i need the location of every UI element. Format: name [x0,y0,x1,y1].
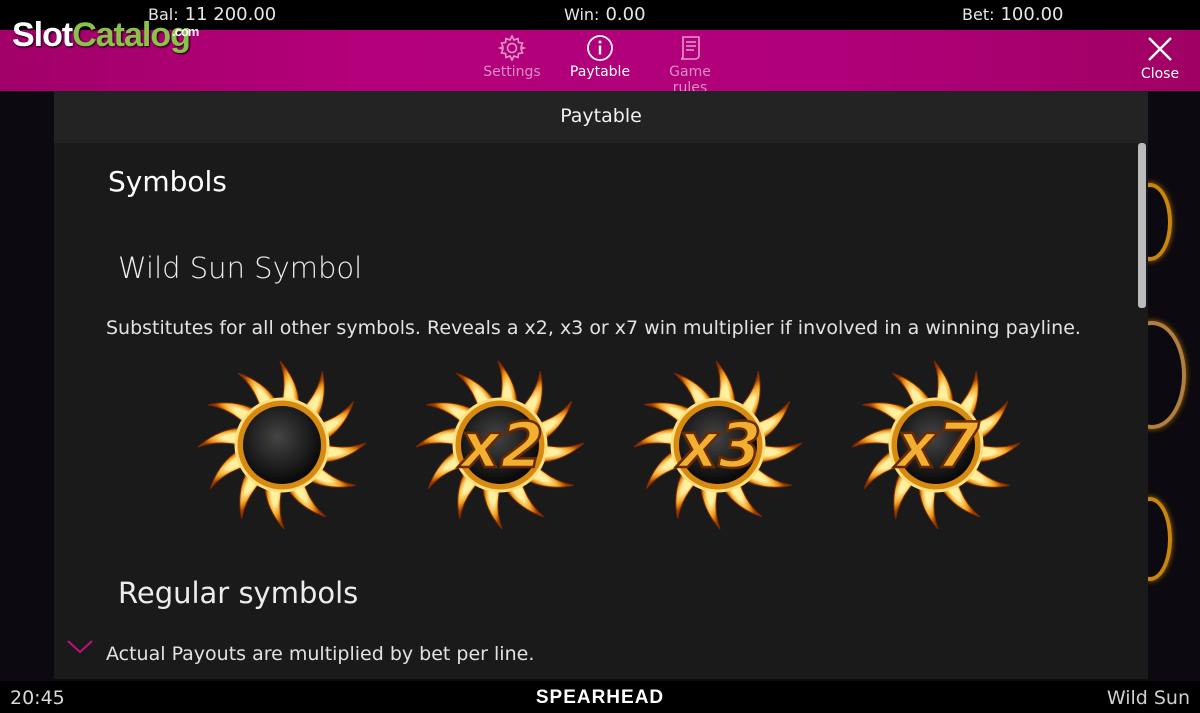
multiplier-label: x3 [675,409,761,482]
game-name: Wild Sun [1106,687,1190,709]
balance-value: 11 200.00 [184,4,277,25]
bet-value: 100.00 [1000,4,1064,25]
bet-label: Bet: [962,5,995,24]
win-label: Win: [564,5,600,24]
settings-button[interactable]: Settings [483,32,541,80]
background-reel-ring [1148,183,1172,261]
bet-display: Bet: 100.00 [962,4,1063,25]
bottom-bar: 20:45 SPEARHEAD Wild Sun [0,681,1200,713]
game-rules-button[interactable]: Game rules [650,32,730,96]
logo-slot-text: Slot [12,16,73,54]
wild-sun-symbol-x3: x3 [628,355,808,535]
menu-header: SlotCatalog .com Settings Paytable Game … [0,16,1200,96]
provider-brand: SPEARHEAD [535,687,665,708]
sun-icon: x7 [851,360,1021,530]
paytable-button[interactable]: Paytable [568,32,632,80]
panel-title: Paytable [560,105,642,127]
panel-scrollbar[interactable] [1136,143,1148,308]
background-reel-ring [1148,321,1186,429]
wild-sun-symbol-x7: x7 [846,355,1026,535]
logo-com-text: .com [172,24,199,39]
sun-icon [197,360,367,530]
payout-note: Actual Payouts are multiplied by bet per… [106,643,535,665]
sun-icon: x2 [415,360,585,530]
background-left-strip [0,91,54,681]
settings-label: Settings [483,64,541,80]
wild-sun-heading: Wild Sun Symbol [118,251,363,285]
regular-symbols-heading: Regular symbols [118,576,359,610]
multiplier-label: x7 [893,409,980,482]
wild-sun-description: Substitutes for all other symbols. Revea… [106,317,1081,339]
close-label: Close [1140,66,1180,82]
panel-title-bar: Paytable [54,91,1148,143]
scrollbar-thumb[interactable] [1138,143,1146,308]
chevron-down-icon[interactable] [66,639,94,655]
info-icon [587,35,613,61]
background-reel-ring [1148,497,1172,581]
wild-sun-symbol-plain [192,355,372,535]
win-display: Win: 0.00 [564,4,646,25]
sun-icon: x3 [633,360,803,530]
close-icon [1148,37,1172,61]
win-value: 0.00 [605,4,646,25]
scroll-icon [680,36,700,60]
multiplier-label: x2 [457,409,543,482]
paytable-panel: Paytable Symbols Wild Sun Symbol Substit… [54,91,1148,679]
gear-icon [498,34,526,62]
sun-dark-core [243,406,321,484]
wild-sun-symbol-x2: x2 [410,355,590,535]
paytable-label: Paytable [569,64,631,80]
close-button[interactable]: Close [1136,32,1184,82]
slotcatalog-logo: SlotCatalog .com [12,16,199,55]
symbols-heading: Symbols [108,165,227,198]
background-right-strip [1148,91,1200,681]
